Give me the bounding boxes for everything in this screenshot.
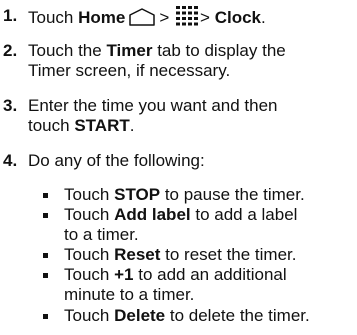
separator: > (159, 8, 170, 27)
step-text: tab to display the (157, 41, 286, 60)
clock-label: Clock (214, 8, 261, 27)
bullet-text: Touch (64, 306, 110, 325)
bullet-text: to pause the timer. (164, 185, 305, 204)
step-number: 2. (3, 41, 18, 60)
period: . (260, 8, 266, 27)
period: . (129, 116, 135, 135)
bullet-text: Touch (64, 185, 110, 204)
bullet-keyword: STOP (114, 185, 161, 204)
separator: > (200, 8, 210, 27)
step-text: touch (28, 116, 70, 135)
apps-grid-icon (176, 6, 199, 31)
step-body: Touch Home > > Clock. (28, 6, 353, 27)
step-text: Touch the (28, 41, 102, 60)
bullet-text: to delete the timer. (169, 306, 310, 325)
bullet-keyword: Delete (114, 306, 166, 325)
step-body: Do any of the following: (28, 151, 353, 171)
bullet-icon (43, 253, 48, 258)
bullet-text: to reset the timer. (165, 245, 297, 264)
home-icon (128, 8, 156, 31)
step-text: Touch (28, 8, 74, 27)
step-body: Touch the Timer tab to display the Timer… (28, 41, 353, 81)
bullet-keyword: +1 (114, 265, 134, 284)
step-number: 4. (3, 151, 18, 170)
step-text: Timer screen, if necessary. (28, 61, 231, 80)
bullet-icon (43, 273, 48, 278)
bullet-icon (43, 314, 48, 319)
home-label: Home (78, 8, 126, 27)
bullet-text: to a timer. (64, 225, 139, 244)
bullet-icon (43, 193, 48, 198)
bullet-text: Touch (64, 205, 110, 224)
step-text: Do any of the following: (28, 151, 205, 170)
step-body: Enter the time you want and then touch S… (28, 96, 353, 136)
bullet-keyword: Add label (114, 205, 191, 224)
bullet-text: minute to a timer. (64, 285, 195, 304)
timer-label: Timer (106, 41, 153, 60)
bullet-text: Touch (64, 265, 110, 284)
step-text: Enter the time you want and then (28, 96, 278, 115)
bullet-text: to add an additional (138, 265, 287, 284)
bullet-text: Touch (64, 245, 110, 264)
start-label: START (74, 116, 130, 135)
step-number: 1. (3, 6, 18, 25)
bullet-text: to add a label (195, 205, 298, 224)
instruction-document: 1. Touch Home > > Clock. 2. Touch the Ti… (0, 0, 357, 335)
bullet-icon (43, 213, 48, 218)
bullet-keyword: Reset (114, 245, 161, 264)
step-number: 3. (3, 96, 18, 115)
